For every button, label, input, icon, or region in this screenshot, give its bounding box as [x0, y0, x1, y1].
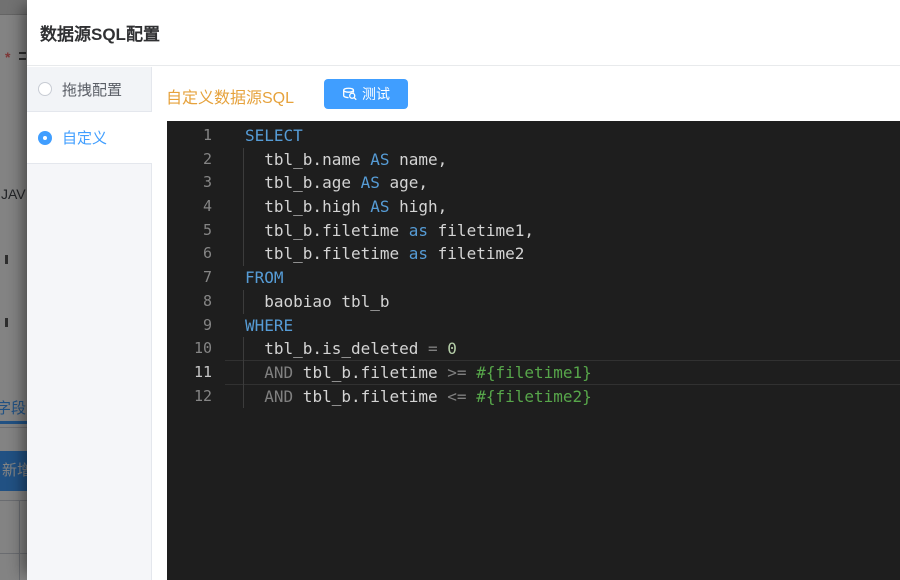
- line-number: 11: [193, 362, 212, 381]
- code-line: 10 tbl_b.is_deleted = 0: [167, 337, 900, 361]
- code-text: tbl_b.name AS name,: [243, 147, 447, 172]
- database-search-icon: [343, 87, 357, 100]
- line-number: 2: [202, 149, 212, 168]
- line-number: 9: [202, 315, 212, 334]
- code-lines: 1 SELECT 2 tbl_b.name AS name, 3 tbl_b.age …: [167, 124, 900, 409]
- code-line: 7 FROM: [167, 266, 900, 290]
- code-text: tbl_b.high AS high,: [243, 195, 447, 219]
- code-line: 1 SELECT: [167, 124, 900, 148]
- line-number: 1: [202, 126, 212, 144]
- line-number: 5: [202, 220, 212, 239]
- sidebar-filler: [27, 163, 152, 580]
- code-text: WHERE: [245, 315, 294, 335]
- line-number: 4: [202, 197, 212, 216]
- radio-selected-icon: [38, 130, 52, 145]
- indent-guide: [243, 337, 244, 361]
- code-text: tbl_b.age AS age,: [243, 171, 428, 196]
- indent-guide: [243, 360, 244, 385]
- line-number: 3: [202, 173, 212, 192]
- code-line: 12 AND tbl_b.filetime <= #{filetime2}: [167, 384, 900, 409]
- code-text: FROM: [245, 268, 284, 288]
- screen: * JAV 字段 新增 数据源SQL配置 拖拽配置 自定义 自定义数据源SQL …: [0, 0, 900, 580]
- dialog-header: 数据源SQL配置: [27, 0, 900, 66]
- code-line: 6 tbl_b.filetime as filetime2: [167, 242, 900, 267]
- indent-guide: [243, 171, 244, 196]
- code-line: 4 tbl_b.high AS high,: [167, 195, 900, 219]
- code-line: 8 baobiao tbl_b: [167, 289, 900, 314]
- code-text: SELECT: [245, 126, 303, 145]
- line-number: 8: [202, 291, 212, 310]
- indent-guide: [243, 242, 244, 267]
- custom-sql-label: 自定义数据源SQL: [166, 90, 295, 107]
- code-text: AND tbl_b.filetime >= #{filetime1}: [243, 360, 592, 385]
- dialog-title: 数据源SQL配置: [40, 25, 160, 44]
- sidebar-item-label: 自定义: [62, 130, 108, 147]
- sql-editor[interactable]: 1 SELECT 2 tbl_b.name AS name, 3 tbl_b.age …: [167, 121, 900, 580]
- indent-guide: [243, 289, 244, 314]
- code-line: 2 tbl_b.name AS name,: [167, 147, 900, 172]
- code-text: AND tbl_b.filetime <= #{filetime2}: [243, 384, 592, 409]
- indent-guide: [243, 147, 244, 172]
- indent-guide: [243, 218, 244, 243]
- background-page: * JAV 字段 新增: [0, 0, 27, 580]
- dim-overlay: [0, 0, 27, 580]
- code-text: baobiao tbl_b: [243, 289, 390, 314]
- code-line: 5 tbl_b.filetime as filetime1,: [167, 218, 900, 243]
- sidebar-item-custom[interactable]: 自定义: [27, 112, 152, 163]
- code-line: 11 AND tbl_b.filetime >= #{filetime1}: [167, 360, 900, 385]
- indent-guide: [243, 195, 244, 219]
- line-number: 6: [202, 244, 212, 263]
- code-text: tbl_b.filetime as filetime2: [243, 242, 524, 267]
- config-mode-sidebar: 拖拽配置 自定义: [27, 67, 152, 580]
- line-number: 10: [193, 339, 212, 358]
- sidebar-item-drag-config[interactable]: 拖拽配置: [27, 67, 152, 112]
- test-button[interactable]: 测试: [324, 79, 408, 109]
- line-number: 12: [193, 386, 212, 405]
- code-line: 9 WHERE: [167, 314, 900, 338]
- sidebar-item-label: 拖拽配置: [62, 81, 123, 99]
- code-text: tbl_b.is_deleted = 0: [243, 337, 457, 361]
- line-number: 7: [202, 268, 212, 287]
- test-button-label: 测试: [362, 86, 390, 102]
- code-text: tbl_b.filetime as filetime1,: [243, 218, 534, 243]
- indent-guide: [243, 384, 244, 409]
- radio-unselected-icon: [38, 82, 52, 96]
- sql-config-dialog: 数据源SQL配置 拖拽配置 自定义 自定义数据源SQL 测试 1 SELECT …: [27, 0, 900, 580]
- code-line: 3 tbl_b.age AS age,: [167, 171, 900, 196]
